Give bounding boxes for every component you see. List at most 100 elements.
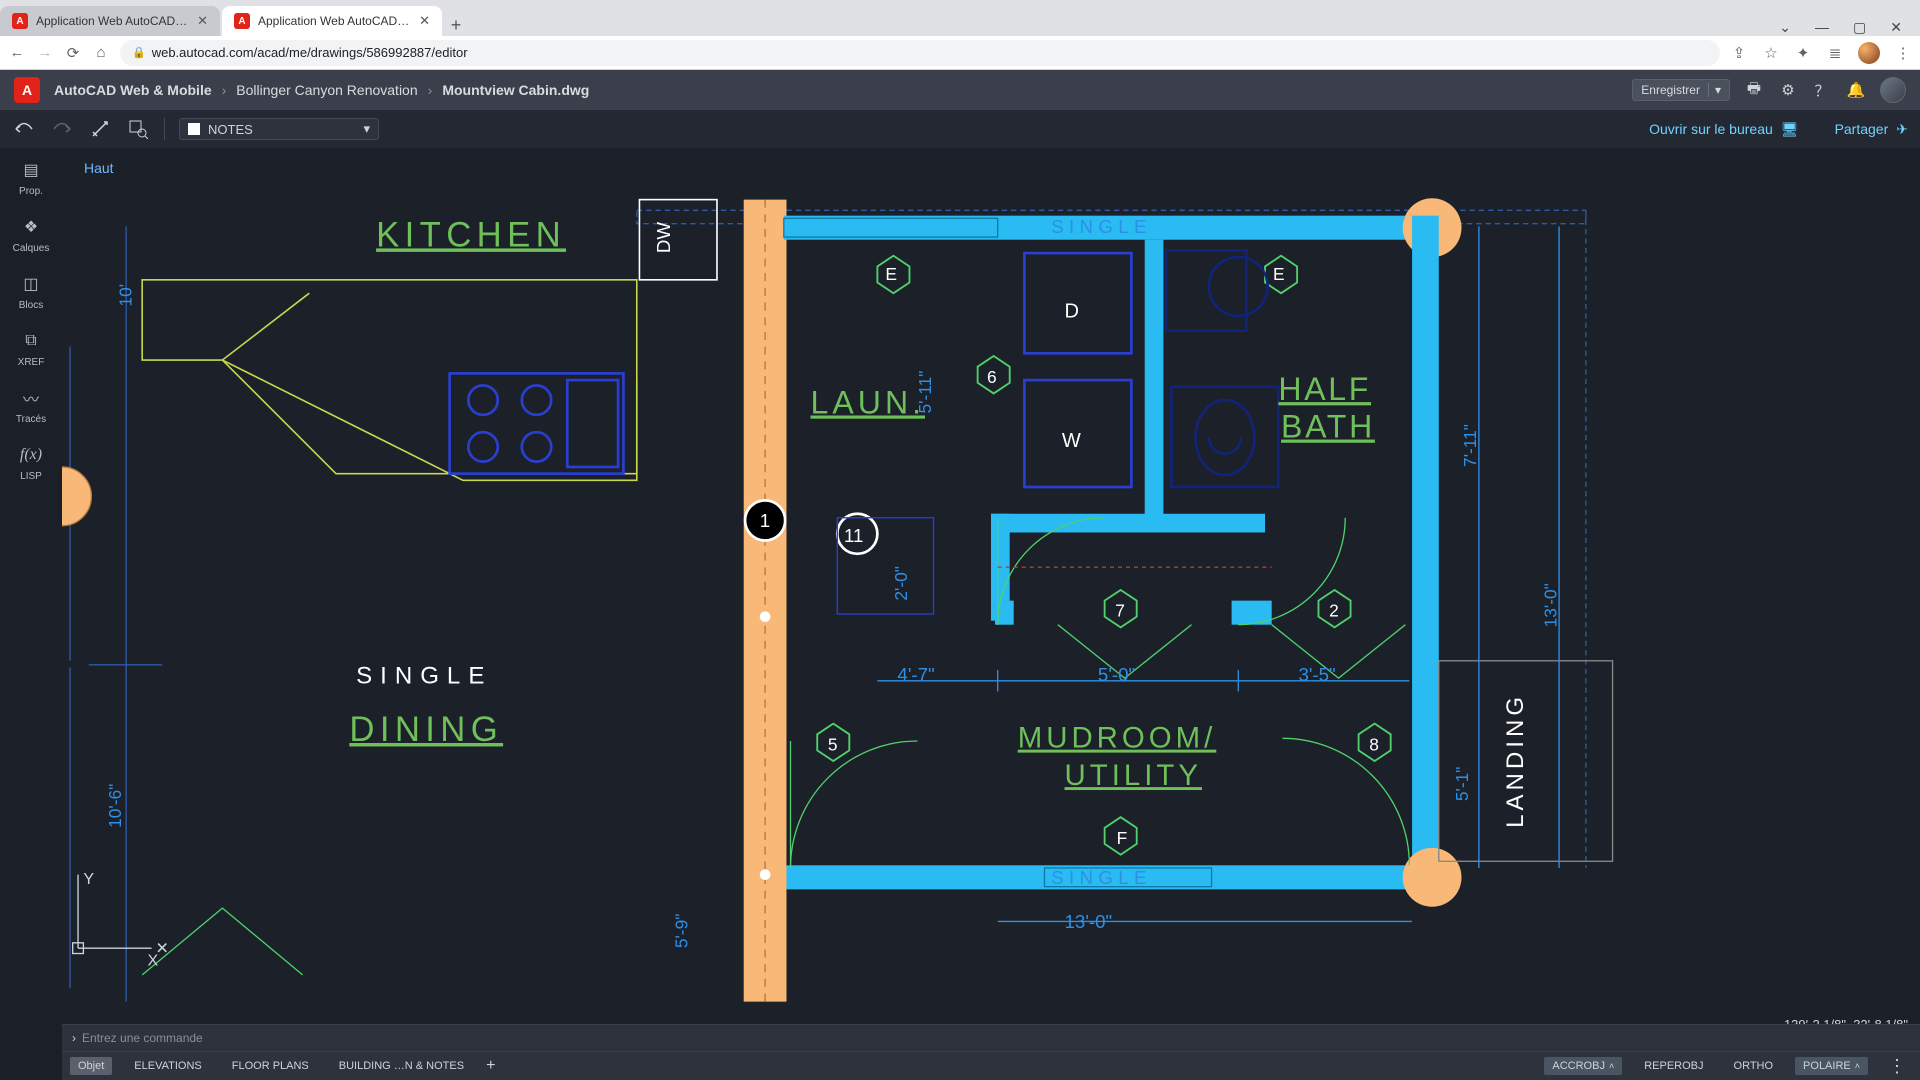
svg-text:11: 11 (844, 525, 863, 546)
autocad-logo[interactable]: A (14, 77, 40, 103)
svg-text:F: F (1117, 828, 1128, 848)
tab-building-notes[interactable]: BUILDING …N & NOTES (331, 1057, 472, 1075)
svg-text:10': 10' (116, 284, 136, 307)
svg-text:5'-0": 5'-0" (1098, 664, 1135, 685)
svg-text:2: 2 (1329, 601, 1339, 621)
open-desktop-label: Ouvrir sur le bureau (1649, 121, 1773, 137)
svg-text:3'-5": 3'-5" (1298, 664, 1335, 685)
nav-properties[interactable]: ▤Prop. (19, 158, 43, 197)
svg-text:2'-0": 2'-0" (891, 566, 911, 601)
toggle-reperobj[interactable]: REPEROBJ (1636, 1057, 1711, 1075)
svg-text:SINGLE: SINGLE (1051, 867, 1152, 888)
zoom-select-icon[interactable] (126, 117, 150, 141)
lock-icon: 🔒 (132, 46, 146, 59)
layer-swatch (188, 123, 200, 135)
close-icon[interactable]: ✕ (419, 13, 430, 29)
toggle-ortho[interactable]: ORTHO (1726, 1057, 1782, 1075)
add-layout-button[interactable]: + (486, 1057, 495, 1075)
toggle-polaire[interactable]: POLAIRE˄ (1795, 1057, 1868, 1075)
share-page-icon[interactable]: ⇪ (1730, 44, 1748, 62)
breadcrumb: AutoCAD Web & Mobile › Bollinger Canyon … (54, 82, 589, 98)
measure-icon[interactable] (88, 117, 112, 141)
maximize-icon[interactable]: ▢ (1853, 19, 1866, 36)
svg-text:SINGLE: SINGLE (1051, 216, 1152, 237)
svg-text:5'-9": 5'-9" (672, 914, 692, 949)
svg-text:6: 6 (987, 367, 997, 387)
crumb-project[interactable]: Bollinger Canyon Renovation (236, 82, 417, 98)
nav-lisp[interactable]: f(x)LISP (19, 443, 43, 482)
tab-model[interactable]: Objet (70, 1057, 112, 1075)
user-avatar[interactable] (1880, 77, 1906, 103)
new-tab-button[interactable]: + (442, 15, 470, 36)
tab-elevations[interactable]: ELEVATIONS (126, 1057, 209, 1075)
drawing-svg: ✕ KITCHEN DW LAUN. HALF BATH DINING MUDR… (62, 148, 1920, 1080)
lisp-icon: f(x) (19, 443, 43, 467)
reload-icon[interactable]: ⟳ (64, 44, 82, 62)
svg-text:X: X (148, 952, 159, 970)
chevron-right-icon: › (428, 82, 433, 98)
svg-text:4'-7": 4'-7" (897, 664, 934, 685)
star-icon[interactable]: ☆ (1762, 44, 1780, 62)
layout-tabs: Objet ELEVATIONS FLOOR PLANS BUILDING …N… (62, 1052, 1920, 1080)
reading-list-icon[interactable]: ≣ (1826, 44, 1844, 62)
open-desktop-link[interactable]: Ouvrir sur le bureau 🖥 (1649, 121, 1799, 138)
help-icon[interactable]: ？ (1812, 80, 1832, 101)
nav-blocks[interactable]: ◫Blocs (19, 272, 43, 311)
command-line[interactable]: › Entrez une commande (62, 1024, 1920, 1052)
redo-icon[interactable] (50, 117, 74, 141)
traces-icon: 〰 (19, 386, 43, 410)
nav-forward-icon[interactable]: → (36, 44, 54, 61)
svg-text:HALF: HALF (1278, 371, 1371, 407)
app-header: A AutoCAD Web & Mobile › Bollinger Canyo… (0, 70, 1920, 110)
chevron-up-icon[interactable]: ˄ (1609, 1061, 1614, 1071)
drawing-canvas[interactable]: Haut (62, 148, 1920, 1080)
nav-xref[interactable]: ⧉XREF (18, 329, 45, 368)
chevron-up-icon[interactable]: ˄ (1855, 1061, 1860, 1071)
url-input[interactable]: 🔒 web.autocad.com/acad/me/drawings/58699… (120, 40, 1720, 66)
svg-text:7'-11": 7'-11" (1460, 424, 1480, 467)
layer-dropdown[interactable]: NOTES ▾ (179, 118, 379, 140)
kebab-icon[interactable]: ⋮ (1894, 44, 1912, 62)
layer-name: NOTES (208, 122, 253, 137)
svg-text:5'-11": 5'-11" (915, 371, 935, 414)
gear-icon[interactable]: ⚙ (1778, 81, 1798, 99)
kebab-icon[interactable]: ⋮ (1882, 1056, 1912, 1077)
app-toolbar: NOTES ▾ Ouvrir sur le bureau 🖥 Partager … (0, 110, 1920, 148)
view-cube-link[interactable]: Haut (84, 160, 114, 176)
home-icon[interactable]: ⌂ (92, 44, 110, 61)
window-close-icon[interactable]: ✕ (1890, 19, 1902, 36)
bell-icon[interactable]: 🔔 (1846, 81, 1866, 99)
save-button[interactable]: Enregistrer ▾ (1632, 79, 1730, 101)
browser-tab[interactable]: A Application Web AutoCAD – Visu ✕ (222, 6, 442, 36)
svg-text:1−1/2: 1−1/2 (62, 821, 63, 862)
chevron-down-icon[interactable]: ▾ (1708, 83, 1721, 97)
nav-layers[interactable]: ❖Calques (13, 215, 50, 254)
layers-icon: ❖ (19, 215, 43, 239)
nav-back-icon[interactable]: ← (8, 44, 26, 61)
close-icon[interactable]: ✕ (197, 13, 208, 29)
tab-title: Application Web AutoCAD – Visu (36, 14, 189, 28)
autocad-favicon: A (234, 13, 250, 29)
crumb-root[interactable]: AutoCAD Web & Mobile (54, 82, 212, 98)
send-icon: ✈ (1896, 121, 1908, 138)
desktop-icon: 🖥 (1781, 121, 1799, 138)
svg-text:E: E (1273, 264, 1285, 284)
share-link[interactable]: Partager ✈ (1835, 121, 1908, 138)
print-icon[interactable]: 🖶 (1744, 78, 1764, 103)
save-label: Enregistrer (1641, 83, 1700, 97)
tab-floorplans[interactable]: FLOOR PLANS (224, 1057, 317, 1075)
nav-traces[interactable]: 〰Tracés (16, 386, 46, 425)
toggle-accrobj[interactable]: ACCROBJ˄ (1544, 1057, 1622, 1075)
browser-avatar[interactable] (1858, 42, 1880, 64)
puzzle-icon[interactable]: ✦ (1794, 44, 1812, 62)
chevron-right-icon: › (72, 1031, 76, 1045)
share-label: Partager (1835, 121, 1889, 137)
minimize-icon[interactable]: — (1815, 19, 1829, 36)
svg-text:Y: Y (83, 870, 94, 888)
undo-icon[interactable] (12, 117, 36, 141)
chevron-down-icon[interactable]: ⌄ (1779, 19, 1791, 36)
properties-icon: ▤ (19, 158, 43, 182)
chevron-right-icon: › (222, 82, 227, 98)
chevron-down-icon: ▾ (363, 121, 370, 137)
browser-tab[interactable]: A Application Web AutoCAD – Visu ✕ (0, 6, 220, 36)
